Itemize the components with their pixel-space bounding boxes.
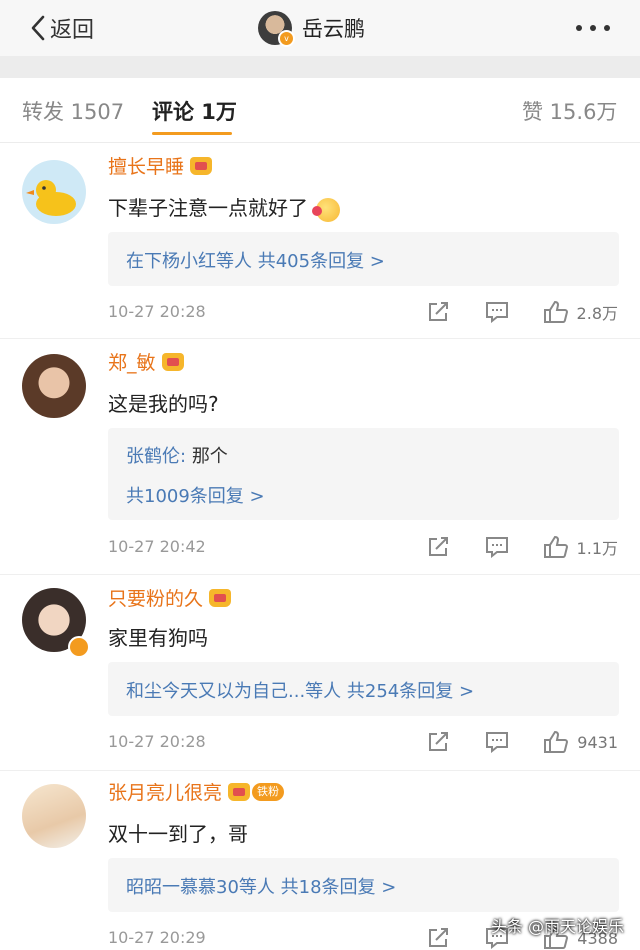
title-text: 岳云鹏 [302,17,365,41]
share-icon[interactable] [427,301,451,323]
share-icon[interactable] [427,927,451,949]
comment-time: 10-27 20:28 [108,732,206,751]
comment-actions: 2.8万 [393,300,618,324]
username[interactable]: 擅长早睡 [108,152,213,179]
avatar[interactable] [22,784,86,848]
duck-icon [26,180,76,216]
reply-preview[interactable]: 和尘今天又以为自己...等人 共254条回复 > [108,662,619,716]
comment-text: 家里有狗吗 [108,626,208,650]
share-icon[interactable] [427,731,451,753]
reply-preview[interactable]: 昭昭一慕慕30等人 共18条回复 > [108,858,619,912]
comment-time: 10-27 20:29 [108,928,206,947]
share-icon[interactable] [427,536,451,558]
comment-item: 只要粉的久 家里有狗吗 和尘今天又以为自己...等人 共254条回复 > 10-… [0,574,640,771]
more-icon[interactable] [576,14,610,42]
username[interactable]: 只要粉的久 [108,584,232,611]
tab-comment[interactable]: 评论 1万 [152,96,237,126]
back-button[interactable]: 返回 [30,10,94,46]
reply-text: 那个 [191,446,228,467]
back-label: 返回 [50,18,95,43]
crown-icon [228,782,251,801]
section-divider [0,56,640,78]
comment-icon[interactable] [485,301,509,323]
comment-actions: 9431 [393,730,618,754]
username[interactable]: 张月亮儿很亮 铁粉 [108,778,285,805]
page-title[interactable]: v 岳云鹏 [258,8,365,48]
reply-author[interactable]: 张鹤伦: [126,446,186,467]
chevron-left-icon [31,15,45,41]
comment-icon[interactable] [485,731,509,753]
avatar[interactable] [22,160,86,224]
like-button[interactable]: 1.1万 [543,535,618,559]
username[interactable]: 郑_敏 [108,348,184,375]
comment-time: 10-27 20:28 [108,302,206,321]
tab-repost[interactable]: 转发 1507 [22,96,124,126]
comment-text: 这是我的吗? [108,392,219,416]
like-count: 2.8万 [576,304,618,323]
comment-item: 郑_敏 这是我的吗? 张鹤伦: 那个 共1009条回复 > 10-27 20:4… [0,338,640,575]
tab-like[interactable]: 赞 15.6万 [522,96,617,126]
like-button[interactable]: 9431 [543,730,618,754]
comment-item: 擅长早睡 下辈子注意一点就好了 在下杨小红等人 共405条回复 > 10-27 … [0,142,640,339]
reply-summary[interactable]: 和尘今天又以为自己...等人 共254条回复 > [126,677,474,703]
reply-preview[interactable]: 在下杨小红等人 共405条回复 > [108,232,619,286]
comment-time: 10-27 20:42 [108,537,206,556]
reply-summary[interactable]: 在下杨小红等人 共405条回复 > [126,247,385,273]
top-bar: 返回 v 岳云鹏 [0,0,640,56]
tab-bar: 转发 1507 评论 1万 赞 15.6万 [0,78,640,143]
avatar[interactable] [22,354,86,418]
watermark: 头条 @雨天论娱乐 [490,917,624,936]
reply-summary[interactable]: 昭昭一慕慕30等人 共18条回复 > [126,873,396,899]
thumbs-up-icon [543,300,568,323]
active-tab-indicator [152,132,232,135]
thumbs-up-icon [544,730,569,753]
comment-actions: 1.1万 [393,535,618,559]
reply-snippet[interactable]: 张鹤伦: 那个 [126,442,228,468]
thumbs-up-icon [543,535,568,558]
fan-badge: 铁粉 [252,782,285,801]
comment-text: 双十一到了，哥 [108,822,248,846]
crown-icon [190,156,213,175]
comment-text: 下辈子注意一点就好了 [108,192,340,222]
like-button[interactable]: 2.8万 [543,300,618,324]
like-count: 1.1万 [576,539,618,558]
avatar: v [258,11,295,47]
reply-summary[interactable]: 共1009条回复 > [126,482,265,508]
verified-icon: v [278,30,295,47]
crown-icon [161,352,184,371]
kiss-emoji-icon [312,197,340,222]
like-count: 9431 [577,732,618,752]
comment-icon[interactable] [485,536,509,558]
crown-icon [209,588,232,607]
verified-icon [68,636,90,658]
reply-preview[interactable]: 张鹤伦: 那个 共1009条回复 > [108,428,619,520]
